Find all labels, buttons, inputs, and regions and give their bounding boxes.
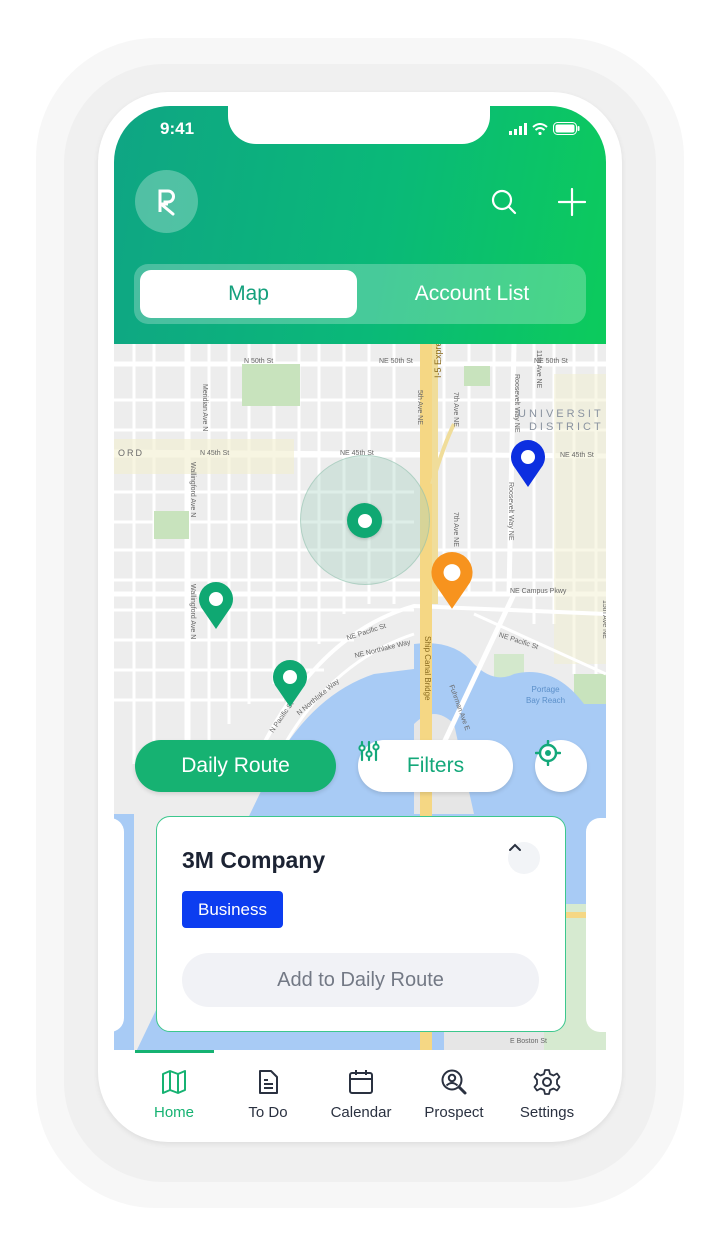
- calendar-icon: [349, 1070, 373, 1094]
- road-label: Meridian Ave N: [201, 384, 208, 432]
- daily-route-button[interactable]: Daily Route: [135, 740, 336, 792]
- status-icons: [509, 122, 580, 135]
- app-screen: 9:41 Map Account List N 50th St NE 50th …: [114, 106, 606, 1140]
- app-logo[interactable]: [135, 170, 198, 233]
- bottom-tab-bar: Home To Do Calendar Prospect Settings: [114, 1050, 606, 1140]
- add-to-daily-route-button[interactable]: Add to Daily Route: [182, 953, 539, 1007]
- tab-label: To Do: [248, 1104, 288, 1121]
- road-label: Roosevelt Way NE: [507, 482, 514, 541]
- battery-icon: [553, 122, 580, 135]
- map-pin-blue[interactable]: [510, 440, 546, 488]
- road-label: NE Campus Pkwy: [510, 588, 567, 595]
- road-label: N 45th St: [200, 450, 230, 457]
- gear-icon: [533, 1069, 561, 1095]
- map-pin-orange[interactable]: [430, 552, 474, 610]
- add-button[interactable]: [556, 186, 588, 218]
- chevron-up-icon: [509, 843, 521, 851]
- tab-calendar[interactable]: Calendar: [313, 1066, 409, 1121]
- wifi-icon: [532, 122, 548, 135]
- road-label: NE 45th St: [560, 452, 594, 459]
- tab-label: Prospect: [424, 1104, 484, 1121]
- road-label: N 50th St: [244, 358, 274, 365]
- plus-icon: [558, 188, 586, 216]
- map-pin-green[interactable]: [272, 660, 308, 708]
- locate-me-button[interactable]: [535, 740, 587, 792]
- tab-home[interactable]: Home: [126, 1066, 222, 1121]
- search-icon: [491, 189, 517, 215]
- account-type-badge: Business: [182, 891, 283, 928]
- account-card-previous[interactable]: [114, 818, 124, 1032]
- filters-label: Filters: [406, 754, 465, 777]
- tab-label: Home: [153, 1104, 194, 1121]
- tab-label: Settings: [519, 1104, 575, 1121]
- logo-r-icon: [158, 189, 175, 215]
- map-pin-selected[interactable]: [347, 503, 382, 538]
- view-toggle: Map Account List: [134, 264, 586, 324]
- tab-map[interactable]: Map: [140, 270, 357, 318]
- road-label: 5th Ave NE: [416, 390, 423, 425]
- water-label: Portage Bay Reach: [526, 685, 566, 705]
- road-label: NE 50th St: [379, 358, 413, 365]
- road-label: Wallingford Ave N: [189, 462, 196, 518]
- district-label: UNIVERSIT DISTRICT: [518, 408, 604, 433]
- account-card[interactable]: 3M Company Business Add to Daily Route: [156, 816, 566, 1032]
- app-header: 9:41 Map Account List: [114, 106, 606, 344]
- road-label: Ship Canal Bridge: [423, 636, 432, 701]
- road-label: E Boston St: [510, 1038, 547, 1045]
- collapse-button[interactable]: [508, 842, 540, 874]
- signal-icon: [509, 122, 527, 135]
- road-label: 7th Ave NE: [452, 392, 459, 427]
- search-button[interactable]: [488, 186, 520, 218]
- account-name: 3M Company: [182, 847, 326, 873]
- status-time: 9:41: [160, 119, 195, 138]
- filters-button[interactable]: Filters: [358, 740, 513, 792]
- map-view[interactable]: N 50th St NE 50th St NE 50th St ORD N 45…: [114, 344, 606, 1056]
- tab-label: Calendar: [330, 1104, 392, 1121]
- tab-settings[interactable]: Settings: [499, 1066, 595, 1121]
- prospect-search-icon: [441, 1069, 467, 1095]
- device-notch: [228, 106, 490, 144]
- road-label: Wallingford Ave N: [189, 584, 196, 640]
- sliders-icon: [358, 740, 380, 762]
- document-icon: [259, 1070, 278, 1094]
- account-card-next[interactable]: [586, 818, 606, 1032]
- map-icon: [162, 1070, 186, 1094]
- road-label: I-5 Express: [433, 344, 443, 378]
- tab-account-list[interactable]: Account List: [364, 270, 580, 318]
- tab-prospect[interactable]: Prospect: [406, 1066, 502, 1121]
- tab-todo[interactable]: To Do: [220, 1066, 316, 1121]
- crosshair-icon: [535, 740, 561, 766]
- map-pin-green[interactable]: [198, 582, 234, 630]
- road-label: 7th Ave NE: [452, 512, 459, 547]
- road-label: 15th Ave NE: [601, 600, 606, 639]
- area-label: ORD: [118, 448, 144, 458]
- road-label: 11th Ave NE: [535, 350, 542, 389]
- active-tab-indicator: [135, 1050, 214, 1053]
